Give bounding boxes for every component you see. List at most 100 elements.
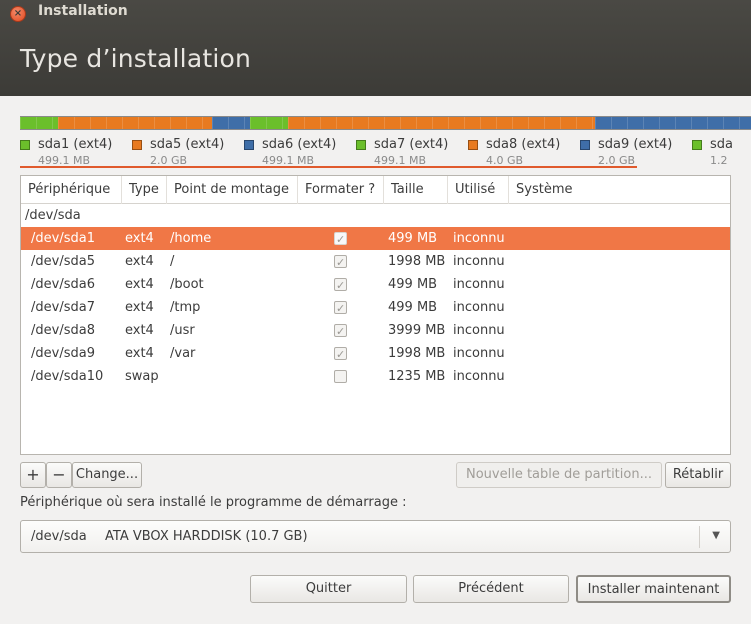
legend-swatch bbox=[580, 140, 590, 150]
partition-legend: sda1 (ext4) 499.1 MB sda5 (ext4) 2.0 GB sda6… bbox=[20, 137, 751, 169]
format-checkbox[interactable] bbox=[334, 251, 347, 274]
legend-swatch bbox=[692, 140, 702, 150]
cell-used: inconnu bbox=[453, 277, 505, 292]
cell-device: /dev/sda6 bbox=[31, 277, 95, 292]
legend-name: sda7 (ext4) bbox=[374, 137, 449, 152]
cell-device: /dev/sda10 bbox=[31, 369, 104, 384]
legend-item: sda5 (ext4) 2.0 GB bbox=[132, 137, 244, 169]
column-header-type[interactable]: Type bbox=[122, 176, 167, 204]
page-title: Type d’installation bbox=[20, 44, 252, 73]
legend-name: sda6 (ext4) bbox=[262, 137, 337, 152]
cell-type: ext4 bbox=[125, 231, 154, 246]
format-checkbox[interactable] bbox=[334, 343, 347, 366]
legend-name: sda8 (ext4) bbox=[486, 137, 561, 152]
column-header-format[interactable]: Formater ? bbox=[298, 176, 384, 204]
partition-segment bbox=[249, 117, 288, 129]
window-titlebar: × Installation Type d’installation bbox=[0, 0, 751, 96]
format-checkbox[interactable] bbox=[334, 228, 347, 251]
format-checkbox[interactable] bbox=[334, 320, 347, 343]
column-header-system[interactable]: Système bbox=[509, 176, 730, 204]
table-row[interactable]: /dev/sda10 swap 1235 MB inconnu bbox=[21, 365, 730, 388]
format-checkbox[interactable] bbox=[334, 274, 347, 297]
cell-used: inconnu bbox=[453, 323, 505, 338]
app-title: Installation bbox=[38, 3, 128, 19]
cell-size: 499 MB bbox=[388, 300, 438, 315]
legend-name: sda bbox=[710, 137, 733, 152]
change-partition-button[interactable]: Change... bbox=[72, 462, 142, 488]
cell-mount: /var bbox=[170, 346, 196, 361]
legend-item: sda 1.2 bbox=[692, 137, 751, 169]
cell-device: /dev/sda1 bbox=[31, 231, 95, 246]
cell-used: inconnu bbox=[453, 346, 505, 361]
selected-device-description: ATA VBOX HARDDISK (10.7 GB) bbox=[105, 529, 308, 544]
cell-mount: /home bbox=[170, 231, 212, 246]
table-header: Périphérique Type Point de montage Forma… bbox=[21, 176, 730, 204]
cell-used: inconnu bbox=[453, 231, 505, 246]
cell-size: 499 MB bbox=[388, 277, 438, 292]
table-row[interactable]: /dev/sda8 ext4/usr 3999 MB inconnu bbox=[21, 319, 730, 343]
remove-partition-button[interactable]: − bbox=[46, 462, 72, 488]
add-partition-button[interactable]: + bbox=[20, 462, 46, 488]
quit-button[interactable]: Quitter bbox=[250, 575, 407, 603]
legend-item: sda7 (ext4) 499.1 MB bbox=[356, 137, 468, 169]
new-partition-table-button[interactable]: Nouvelle table de partition... bbox=[456, 462, 662, 488]
format-checkbox[interactable] bbox=[334, 297, 347, 320]
legend-swatch bbox=[468, 140, 478, 150]
column-header-mount[interactable]: Point de montage bbox=[167, 176, 298, 204]
cell-used: inconnu bbox=[453, 254, 505, 269]
close-icon[interactable]: × bbox=[10, 6, 26, 22]
table-row[interactable]: /dev/sda9 ext4/var 1998 MB inconnu bbox=[21, 342, 730, 366]
cell-size: 1235 MB bbox=[388, 369, 446, 384]
cell-mount: /tmp bbox=[170, 300, 201, 315]
revert-button[interactable]: Rétablir bbox=[665, 462, 731, 488]
legend-swatch bbox=[244, 140, 254, 150]
cell-used: inconnu bbox=[453, 369, 505, 384]
legend-item: sda8 (ext4) 4.0 GB bbox=[468, 137, 580, 169]
legend-swatch bbox=[356, 140, 366, 150]
legend-item: sda6 (ext4) 499.1 MB bbox=[244, 137, 356, 169]
table-row[interactable]: /dev/sda1 ext4/home 499 MB inconnu bbox=[21, 227, 730, 251]
cell-type: ext4 bbox=[125, 254, 154, 269]
cell-type: ext4 bbox=[125, 300, 154, 315]
format-checkbox[interactable] bbox=[334, 370, 347, 383]
column-header-size[interactable]: Taille bbox=[384, 176, 448, 204]
cell-size: 499 MB bbox=[388, 231, 438, 246]
bootloader-label: Périphérique où sera installé le program… bbox=[20, 495, 407, 510]
cell-type: ext4 bbox=[125, 277, 154, 292]
legend-name: sda9 (ext4) bbox=[598, 137, 673, 152]
legend-swatch bbox=[20, 140, 30, 150]
legend-name: sda5 (ext4) bbox=[150, 137, 225, 152]
cell-type: ext4 bbox=[125, 323, 154, 338]
cell-size: 1998 MB bbox=[388, 346, 446, 361]
cell-device: /dev/sda8 bbox=[31, 323, 95, 338]
back-button[interactable]: Précédent bbox=[413, 575, 569, 603]
legend-item: sda1 (ext4) 499.1 MB bbox=[20, 137, 132, 169]
cell-used: inconnu bbox=[453, 300, 505, 315]
column-header-used[interactable]: Utilisé bbox=[448, 176, 509, 204]
partition-table: Périphérique Type Point de montage Forma… bbox=[20, 175, 731, 455]
partition-segment bbox=[211, 117, 250, 129]
selected-device: /dev/sda bbox=[31, 529, 87, 544]
cell-type: swap bbox=[125, 369, 159, 384]
table-row[interactable]: /dev/sda5 ext4 / 1998 MB inconnu bbox=[21, 250, 730, 274]
column-header-device[interactable]: Périphérique bbox=[21, 176, 122, 204]
cell-device: /dev/sda9 bbox=[31, 346, 95, 361]
install-now-button[interactable]: Installer maintenant bbox=[576, 575, 731, 603]
partition-bar bbox=[20, 116, 751, 130]
group-device-label: /dev/sda bbox=[25, 208, 81, 223]
partition-segment bbox=[20, 117, 58, 129]
chevron-down-icon[interactable]: ▼ bbox=[712, 530, 720, 541]
legend-scroll-indicator bbox=[20, 166, 637, 168]
cell-size: 3999 MB bbox=[388, 323, 446, 338]
bootloader-device-select[interactable]: /dev/sda ATA VBOX HARDDISK (10.7 GB) ▼ bbox=[20, 520, 731, 553]
cell-mount: /boot bbox=[170, 277, 204, 292]
table-row[interactable]: /dev/sda7 ext4/tmp 499 MB inconnu bbox=[21, 296, 730, 320]
table-row[interactable]: /dev/sda6 ext4/boot 499 MB inconnu bbox=[21, 273, 730, 297]
cell-size: 1998 MB bbox=[388, 254, 446, 269]
cell-mount: /usr bbox=[170, 323, 195, 338]
cell-mount: / bbox=[170, 254, 175, 269]
select-separator bbox=[699, 526, 700, 548]
table-group-row[interactable]: /dev/sda bbox=[21, 204, 730, 227]
partition-segment bbox=[287, 117, 595, 129]
legend-swatch bbox=[132, 140, 142, 150]
